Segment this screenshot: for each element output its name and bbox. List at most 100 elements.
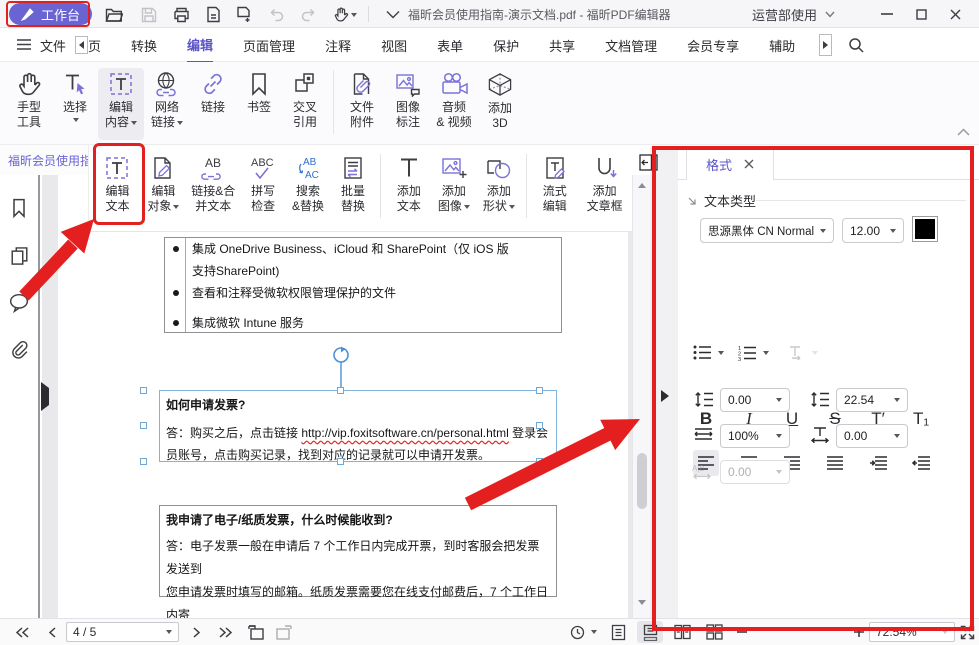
account-dropdown[interactable]: 运营部使用 — [752, 0, 835, 28]
batch-replace-button[interactable]: 批量 替换 — [331, 152, 376, 224]
text-type-section-header[interactable]: 文本类型 — [688, 191, 756, 210]
selection-handle-w[interactable] — [140, 422, 147, 429]
audio-video-button[interactable]: 音频 & 视频 — [431, 68, 477, 140]
selected-text-box-invoice-question[interactable]: 如何申请发票? 答：购买之后，点击链接 http://vip.foxitsoft… — [159, 390, 557, 462]
close-panel-icon[interactable] — [744, 159, 754, 169]
link-button[interactable]: 链接 — [190, 68, 236, 140]
menu-comment[interactable]: 注释 — [325, 28, 351, 62]
menu-share[interactable]: 共享 — [549, 28, 575, 62]
workspace-button[interactable]: 工作台 — [9, 3, 92, 25]
first-page-button[interactable] — [10, 619, 34, 645]
facing-view-button[interactable] — [669, 619, 695, 645]
minimize-button[interactable] — [872, 0, 902, 28]
selection-handle-nw[interactable] — [140, 387, 147, 394]
menu-hidden-tab[interactable]: 页 — [88, 28, 102, 62]
panel-splitter[interactable] — [650, 147, 678, 631]
new-page-icon[interactable] — [234, 5, 254, 24]
format-tab[interactable]: 格式 — [686, 147, 774, 180]
menu-member[interactable]: 会员专享 — [687, 28, 739, 62]
document-canvas[interactable]: 集成 OneDrive Business、iCloud 和 SharePoint… — [42, 175, 632, 618]
selection-handle-sw[interactable] — [140, 458, 147, 465]
save-icon[interactable] — [139, 5, 159, 24]
single-page-view-button[interactable] — [605, 619, 631, 645]
zoom-level-select[interactable]: 72.54% — [869, 622, 955, 642]
select-tool-button[interactable]: 选择 — [52, 68, 98, 140]
menu-convert[interactable]: 转换 — [131, 28, 157, 62]
undo-icon[interactable] — [266, 5, 286, 24]
redo-icon[interactable] — [298, 5, 318, 24]
document-tab[interactable]: 福昕会员使用指 — [0, 145, 88, 175]
selection-handle-n[interactable] — [337, 387, 344, 394]
comments-panel-icon[interactable] — [8, 293, 30, 313]
chevron-down-icon[interactable] — [383, 5, 403, 24]
menu-scroll-left-button[interactable] — [75, 36, 88, 54]
subscript-button[interactable]: T₁ — [907, 405, 935, 433]
close-button[interactable] — [940, 0, 970, 28]
text-box-invoice-delivery[interactable]: 我申请了电子/纸质发票，什么时候能收到? 答：电子发票一般在申请后 7 个工作日… — [159, 505, 557, 597]
line-spacing-select[interactable]: 22.54 — [836, 388, 908, 412]
menu-protect[interactable]: 保护 — [493, 28, 519, 62]
menu-page-management[interactable]: 页面管理 — [243, 28, 295, 62]
rotate-view-button[interactable] — [566, 619, 600, 645]
attachments-panel-icon[interactable] — [9, 339, 29, 361]
collapse-toolbar-chevron-icon[interactable] — [957, 128, 970, 136]
scroll-down-icon[interactable] — [638, 600, 646, 605]
indent-increase-button[interactable] — [865, 450, 891, 476]
hand-tool-quick-icon[interactable] — [328, 5, 362, 24]
tile-view-button[interactable] — [700, 619, 728, 645]
add-3d-button[interactable]: 添加 3D — [477, 68, 523, 140]
scrollbar-thumb[interactable] — [637, 453, 647, 509]
page-number-select[interactable]: 4 / 5 — [66, 622, 179, 642]
selection-handle-se[interactable] — [536, 458, 543, 465]
menu-assist[interactable]: 辅助 — [769, 28, 795, 62]
word-spacing-select[interactable]: 0.00 — [720, 460, 790, 484]
hand-tool-button[interactable]: 手型 工具 — [6, 68, 52, 140]
hamburger-menu-icon[interactable] — [17, 39, 31, 50]
text-direction-button[interactable] — [788, 345, 818, 360]
zoom-out-button[interactable] — [734, 619, 750, 645]
spell-check-button[interactable]: ABC 拼写 检查 — [241, 152, 286, 224]
paragraph-spacing-select[interactable]: 0.00 — [720, 388, 790, 412]
search-icon[interactable] — [848, 37, 864, 53]
horizontal-scale-select[interactable]: 100% — [720, 424, 790, 448]
char-spacing-select[interactable]: 0.00 — [836, 424, 908, 448]
menu-scroll-right-button[interactable] — [819, 34, 832, 56]
add-article-box-button[interactable]: 添加 文章框 — [577, 152, 632, 224]
next-page-button[interactable] — [187, 619, 207, 645]
continuous-view-button[interactable] — [637, 621, 663, 643]
link-merge-text-button[interactable]: AB 链接&合 并文本 — [186, 152, 241, 224]
menu-edit[interactable]: 编辑 — [187, 27, 213, 63]
bookmarks-panel-icon[interactable] — [9, 197, 29, 219]
file-attachment-button[interactable]: 文件 附件 — [339, 68, 385, 140]
prev-page-button[interactable] — [42, 619, 62, 645]
menu-doc-management[interactable]: 文档管理 — [605, 28, 657, 62]
cross-reference-button[interactable]: 交叉 引用 — [282, 68, 328, 140]
align-justify-button[interactable] — [822, 450, 848, 476]
add-text-button[interactable]: 添加 文本 — [386, 152, 431, 224]
next-view-button[interactable] — [272, 619, 296, 645]
maximize-button[interactable] — [906, 0, 936, 28]
pdf-page[interactable]: 集成 OneDrive Business、iCloud 和 SharePoint… — [58, 175, 628, 618]
sidebar-expand-handle[interactable] — [41, 388, 49, 406]
zoom-in-button[interactable] — [851, 619, 867, 645]
selection-handle-e[interactable] — [536, 422, 543, 429]
previous-view-button[interactable] — [244, 619, 268, 645]
open-file-icon[interactable] — [104, 5, 124, 24]
font-color-swatch[interactable] — [912, 216, 938, 242]
menu-file[interactable]: 文件 — [40, 28, 66, 62]
flow-edit-button[interactable]: 流式 编辑 — [532, 152, 577, 224]
qa1-url[interactable]: http://vip.foxitsoftware.cn/personal.htm… — [301, 426, 508, 440]
bookmark-button[interactable]: 书签 — [236, 68, 282, 140]
add-shape-button[interactable]: 添加 形状 — [476, 152, 521, 224]
edit-text-button[interactable]: 编辑 文本 — [94, 152, 141, 224]
scroll-up-icon[interactable] — [638, 183, 646, 188]
web-link-button[interactable]: 网络 链接 — [144, 68, 190, 140]
selection-handle-ne[interactable] — [536, 387, 543, 394]
edit-object-button[interactable]: 编辑 对象 — [141, 152, 186, 224]
menu-view[interactable]: 视图 — [381, 28, 407, 62]
print-icon[interactable] — [171, 5, 191, 24]
last-page-button[interactable] — [214, 619, 238, 645]
export-page-icon[interactable] — [203, 5, 223, 24]
dock-panel-icon[interactable] — [639, 154, 658, 171]
search-replace-button[interactable]: ABAC 搜索 &替换 — [286, 152, 331, 224]
